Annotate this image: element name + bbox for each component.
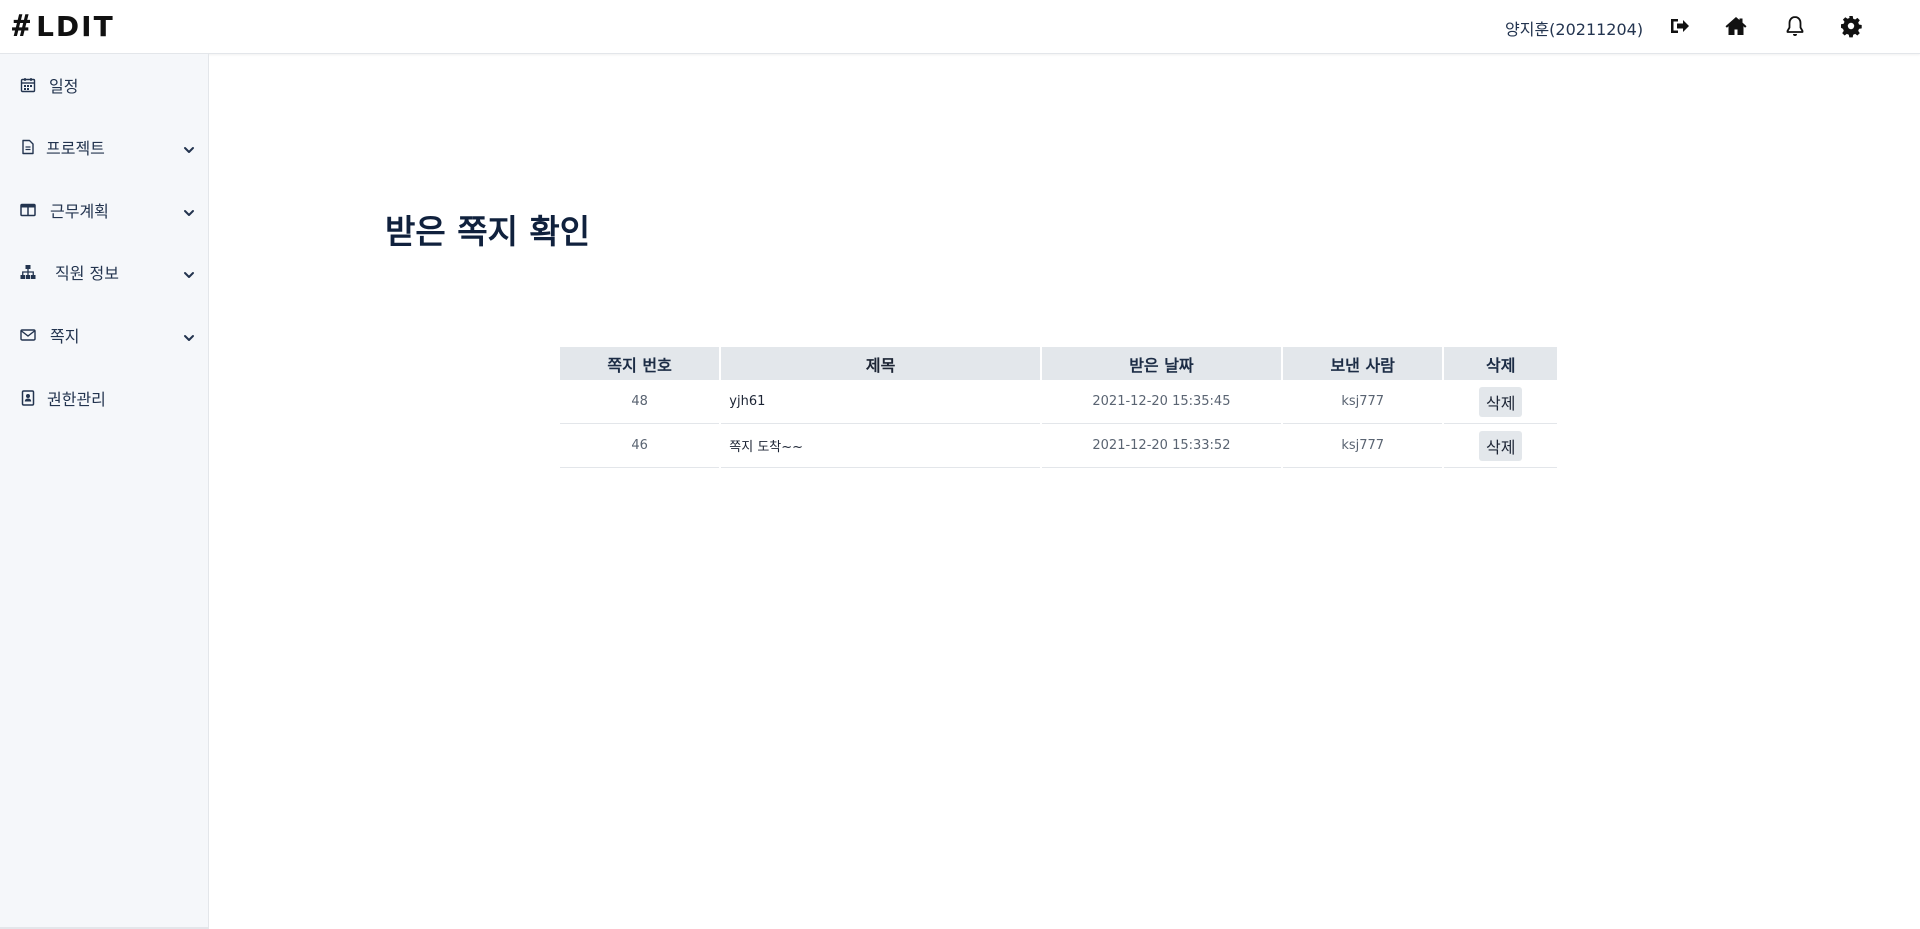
table-header-row: 쪽지 번호 제목 받은 날짜 보낸 사람 삭제 — [560, 347, 1557, 380]
message-received-date: 2021-12-20 15:33:52 — [1041, 424, 1281, 468]
delete-cell: 삭제 — [1444, 424, 1557, 468]
delete-button[interactable]: 삭제 — [1478, 386, 1523, 417]
chevron-down-icon[interactable] — [183, 266, 195, 278]
message-title[interactable]: 쪽지 도착~~ — [721, 424, 1040, 468]
sidebar-item-label: 일정 — [49, 77, 79, 96]
sidebar-item-work-plan[interactable]: 근무계획 — [0, 185, 209, 235]
logout-icon[interactable] — [1667, 13, 1693, 39]
gear-icon[interactable] — [1838, 13, 1864, 39]
table-row[interactable]: 48 yjh61 2021-12-20 15:35:45 ksj777 삭제 — [560, 380, 1557, 424]
logo-hash-symbol: # — [12, 9, 31, 44]
envelope-icon — [20, 327, 36, 343]
delete-cell: 삭제 — [1444, 380, 1557, 424]
document-icon — [20, 139, 36, 155]
sidebar-item-messages[interactable]: 쪽지 — [0, 310, 209, 360]
sidebar-item-employee-info[interactable]: 직원 정보 — [0, 247, 209, 297]
received-messages-table: 쪽지 번호 제목 받은 날짜 보낸 사람 삭제 48 yjh61 2021-12… — [558, 347, 1559, 468]
sidebar-item-schedule[interactable]: 일정 — [0, 60, 209, 110]
sidebar-item-label: 프로젝트 — [46, 139, 105, 158]
message-sender: ksj777 — [1282, 380, 1443, 424]
sidebar-item-permissions[interactable]: 권한관리 — [0, 373, 209, 423]
column-header-delete: 삭제 — [1444, 347, 1557, 380]
table-row[interactable]: 46 쪽지 도착~~ 2021-12-20 15:33:52 ksj777 삭제 — [560, 424, 1557, 468]
message-number: 48 — [560, 380, 720, 424]
logo-text: LDIT — [36, 10, 115, 43]
message-number: 46 — [560, 424, 720, 468]
message-received-date: 2021-12-20 15:35:45 — [1041, 380, 1281, 424]
app-logo[interactable]: # LDIT — [12, 10, 115, 44]
id-badge-icon — [20, 390, 36, 406]
layout-icon — [20, 202, 36, 218]
chevron-down-icon[interactable] — [183, 329, 195, 341]
calendar-icon — [20, 77, 36, 93]
sidebar-item-label: 쪽지 — [50, 327, 80, 346]
sidebar-item-project[interactable]: 프로젝트 — [0, 122, 209, 172]
column-header-sender: 보낸 사람 — [1282, 347, 1443, 380]
sidebar-item-label: 근무계획 — [50, 202, 109, 221]
message-sender: ksj777 — [1282, 424, 1443, 468]
chevron-down-icon[interactable] — [183, 204, 195, 216]
sidebar-item-label: 직원 정보 — [55, 264, 119, 283]
sidebar: 일정 프로젝트 근무계획 직원 정보 쪽지 권한관리 — [0, 54, 209, 929]
delete-button[interactable]: 삭제 — [1478, 430, 1523, 461]
sidebar-item-label: 권한관리 — [47, 390, 106, 409]
org-chart-icon — [20, 264, 36, 280]
column-header-number: 쪽지 번호 — [560, 347, 720, 380]
message-title[interactable]: yjh61 — [721, 380, 1040, 424]
page-title: 받은 쪽지 확인 — [385, 212, 591, 251]
top-header: # LDIT 양지훈(20211204) — [0, 0, 1920, 54]
column-header-received-date: 받은 날짜 — [1041, 347, 1281, 380]
bell-icon[interactable] — [1782, 13, 1808, 39]
column-header-title: 제목 — [721, 347, 1040, 380]
user-name[interactable]: 양지훈(20211204) — [1505, 16, 1643, 40]
home-icon[interactable] — [1723, 13, 1749, 39]
chevron-down-icon[interactable] — [183, 141, 195, 153]
